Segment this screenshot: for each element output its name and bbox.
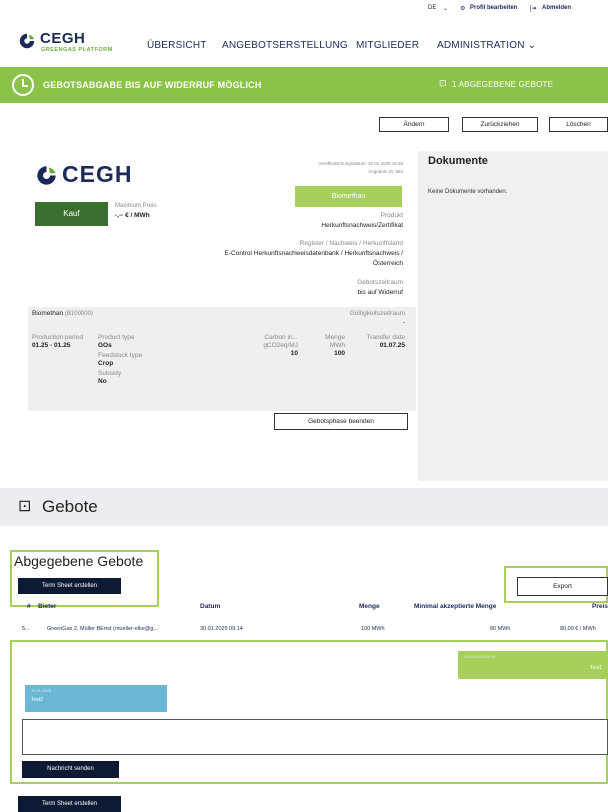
- message-time: 30.01.2025 09:15: [464, 654, 496, 659]
- documents-empty: Keine Dokumente vorhanden.: [428, 189, 508, 195]
- product-value: Herkunftsnachweis/Zertifikat: [321, 222, 403, 229]
- presentation-icon: ⊡: [18, 498, 32, 515]
- quantity-label: Menge: [325, 334, 345, 341]
- product-code: (B100000): [64, 311, 93, 317]
- chevron-down-icon[interactable]: ⌄: [443, 5, 448, 12]
- status-banner: GEBOTSABGABE BIS AUF WIDERRUF MÖGLICH ⊡ …: [0, 67, 608, 103]
- term-sheet-button[interactable]: Term Sheet erstellen: [18, 578, 121, 594]
- carbon-label: Carbon in...: [264, 334, 298, 341]
- submitted-bids-title: Abgegebene Gebote: [14, 553, 144, 569]
- carbon-unit: gCO2eq/MJ: [263, 342, 298, 349]
- offer-id: Angebots ID: 883: [368, 169, 403, 174]
- message-input[interactable]: [22, 719, 608, 755]
- validity-label: Gültigkeitszeitraum: [349, 310, 405, 317]
- top-bar: DE ⌄ ⚙ Profil bearbeiten [➜ Abmelden: [0, 0, 608, 22]
- product-label: Produkt: [380, 212, 403, 219]
- product-tag: Biomethan: [295, 186, 402, 207]
- col-header-min-quantity: Minimal akzeptierte Menge: [414, 603, 497, 610]
- offer-logo: CEGH: [62, 161, 133, 187]
- cell-quantity: 100 MWh: [361, 626, 385, 632]
- feedstock-value: Crop: [98, 360, 114, 367]
- presentation-icon: ⊡: [439, 78, 447, 88]
- logout-link[interactable]: Abmelden: [542, 5, 571, 11]
- nav-members[interactable]: MITGLIEDER: [356, 40, 419, 51]
- language-selector[interactable]: DE: [428, 5, 436, 11]
- product-name: Biomethan (B100000): [32, 310, 93, 318]
- term-sheet-footer-button[interactable]: Term Sheet erstellen: [18, 796, 121, 812]
- col-header-number: #: [27, 603, 31, 610]
- export-button[interactable]: Export: [517, 577, 608, 596]
- bid-period-value: bis auf Widerruf: [357, 289, 403, 296]
- product-name-text: Biomethan: [32, 310, 64, 317]
- cell-min-quantity: 80 MWh: [490, 626, 511, 632]
- col-header-date: Datum: [200, 603, 221, 610]
- edit-button[interactable]: Ändern: [379, 117, 449, 132]
- users-icon: ⚙: [460, 6, 466, 12]
- delete-button[interactable]: Löschen: [549, 117, 608, 132]
- logout-icon: [➜: [530, 6, 537, 12]
- offer-type-badge: Kauf: [35, 202, 108, 226]
- logo-icon: [19, 33, 35, 49]
- clock-icon: [12, 74, 34, 96]
- validity-value: -: [402, 319, 405, 326]
- chat-message-left: 30.01.2025 Test2: [25, 685, 167, 712]
- documents-title: Dokumente: [428, 155, 488, 167]
- chevron-down-icon: ⌄: [527, 40, 537, 51]
- end-bid-phase-button[interactable]: Gebotsphase beenden: [274, 413, 408, 430]
- brand-subtitle: GREENGAS PLATFORM: [41, 47, 113, 53]
- bid-period-label: Gebotszeitraum: [357, 279, 403, 286]
- transfer-date-label: Transfer date: [366, 334, 405, 341]
- withdraw-button[interactable]: Zurückziehen: [462, 117, 538, 132]
- subsidy-label: Subsidy: [98, 370, 122, 377]
- register-label: Register / Nachweis / Herkunftsland: [299, 240, 403, 247]
- production-period-label: Production period: [32, 334, 83, 341]
- nav-administration-label: ADMINISTRATION: [437, 40, 525, 51]
- register-value-line1: E-Control Herkunftsnachweisdatenbank / H…: [224, 250, 403, 257]
- profile-edit-link[interactable]: Profil bearbeiten: [470, 5, 517, 11]
- register-value-line2: Österreich: [373, 260, 403, 267]
- product-type-value: GOs: [98, 342, 112, 349]
- message-time: 30.01.2025: [31, 688, 52, 693]
- message-text: Test2: [31, 697, 43, 703]
- quantity-unit: MWh: [329, 342, 345, 349]
- cell-number: 5...: [22, 626, 30, 632]
- banner-title: GEBOTSABGABE BIS AUF WIDERRUF MÖGLICH: [43, 80, 262, 90]
- feedstock-label: Feedstock type: [98, 352, 143, 359]
- transfer-date-value: 01.07.25: [379, 342, 405, 349]
- product-type-label: Product type: [98, 334, 135, 341]
- max-price-label: Maximum Preis: [115, 203, 157, 209]
- quantity-value: 100: [334, 350, 345, 357]
- max-price-value: -,-- € / MWh: [115, 212, 150, 219]
- nav-administration[interactable]: ADMINISTRATION ⌄: [437, 40, 536, 51]
- col-header-bidder: Bieter: [38, 603, 57, 610]
- brand-name[interactable]: CEGH: [40, 30, 85, 47]
- main-nav: CEGH GREENGAS PLATFORM ÜBERSICHT ANGEBOT…: [0, 22, 608, 64]
- production-period-value: 01.25 - 01.25: [32, 342, 71, 349]
- col-header-quantity: Menge: [359, 603, 380, 610]
- subsidy-value: No: [98, 378, 107, 385]
- cell-bidder: GreenGas 2, Müller BEmd (mueller-elke@g.…: [47, 626, 159, 632]
- nav-offer-creation[interactable]: ANGEBOTSERSTELLUNG: [222, 40, 348, 51]
- documents-panel: Dokumente Keine Dokumente vorhanden.: [418, 151, 608, 481]
- cell-date: 30.01.2025 09:14: [200, 626, 243, 632]
- bids-section-title: Gebote: [42, 497, 98, 516]
- nav-overview[interactable]: ÜBERSICHT: [147, 40, 207, 51]
- message-text: Test1: [590, 665, 602, 671]
- carbon-value: 10: [290, 350, 298, 357]
- chat-message-right: 30.01.2025 09:15 Test1: [458, 651, 608, 679]
- bids-count-link[interactable]: 1 ABGEGEBENE GEBOTE: [452, 80, 553, 89]
- logo-icon: [37, 166, 56, 185]
- send-message-button[interactable]: Nachricht senden: [22, 761, 119, 778]
- col-header-price: Preis: [592, 603, 608, 610]
- cell-price: 80,00 € / MWh: [560, 626, 596, 632]
- bids-section-header: ⊡ Gebote: [0, 488, 608, 526]
